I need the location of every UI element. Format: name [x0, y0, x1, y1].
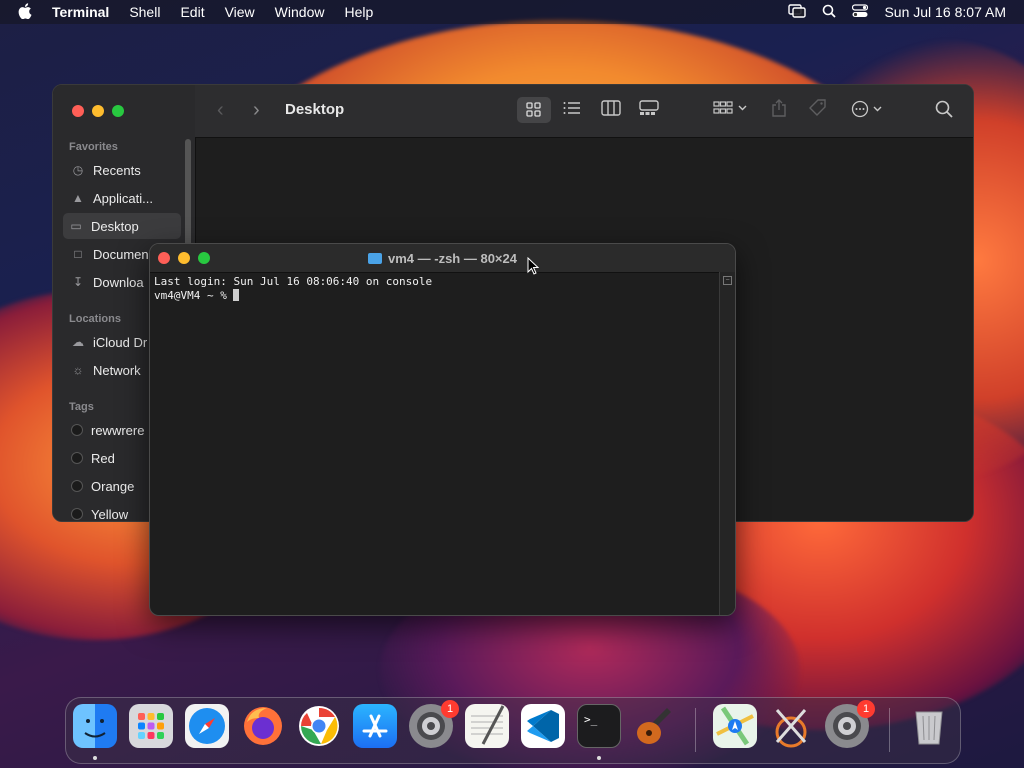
dock-chrome-icon[interactable]: [297, 704, 341, 748]
dock: 1 >_ 1: [65, 697, 961, 764]
spotlight-search-icon[interactable]: [822, 4, 837, 21]
dock-system-preferences-icon[interactable]: 1: [825, 700, 875, 748]
dock-terminal-icon[interactable]: >_: [577, 704, 621, 748]
menu-time[interactable]: 8:07 AM: [955, 4, 1006, 20]
zoom-button[interactable]: [112, 105, 124, 117]
terminal-prompt: vm4@VM4 ~ %: [154, 289, 234, 302]
folder-icon: [368, 253, 382, 264]
list-view-icon[interactable]: [563, 100, 581, 121]
icon-view-button[interactable]: [517, 97, 551, 123]
sidebar-item-label: rewwrere: [91, 422, 145, 438]
dock-finder-icon[interactable]: [73, 704, 117, 748]
tag-dot-icon: [71, 480, 83, 492]
sidebar-item-label: Applicati...: [93, 190, 153, 206]
desktop-icon: ▭: [70, 219, 82, 233]
sidebar-item-label: iCloud Dr: [93, 334, 148, 350]
menu-help[interactable]: Help: [334, 4, 383, 20]
more-actions-icon[interactable]: [851, 100, 887, 123]
dock-safari-icon[interactable]: [185, 704, 229, 748]
minimize-button[interactable]: [92, 105, 104, 117]
dock-running-indicator: [597, 756, 601, 760]
menu-date[interactable]: Sun Jul 16: [884, 4, 950, 20]
forward-chevron-icon[interactable]: ›: [253, 99, 260, 122]
dock-running-indicator: [93, 756, 97, 760]
screen-mirroring-icon[interactable]: [788, 3, 807, 21]
gallery-view-icon[interactable]: [639, 100, 659, 121]
tags-header: Tags: [69, 401, 94, 413]
notification-badge: 1: [441, 700, 459, 718]
text-cursor: [233, 289, 240, 301]
menu-app-name[interactable]: Terminal: [42, 4, 119, 20]
dock-separator: [695, 708, 696, 752]
cloud-icon: ☁: [72, 335, 84, 349]
sidebar-item-label: Orange: [91, 478, 135, 494]
menu-view[interactable]: View: [215, 4, 265, 20]
favorites-header: Favorites: [69, 141, 118, 153]
clock-icon: ◷: [72, 163, 84, 177]
terminal-output[interactable]: Last login: Sun Jul 16 08:06:40 on conso…: [154, 275, 717, 303]
control-center-icon[interactable]: [852, 3, 869, 21]
sidebar-item-desktop[interactable]: ▭ Desktop: [63, 213, 181, 239]
menu-bar: Terminal Shell Edit View Window Help Sun…: [0, 0, 1024, 24]
dock-system-settings-icon[interactable]: 1: [409, 700, 459, 748]
sidebar-item-label: Recents: [93, 162, 141, 178]
back-chevron-icon[interactable]: ‹: [217, 99, 224, 122]
terminal-window: vm4 — -zsh — 80×24 Last login: Sun Jul 1…: [149, 243, 736, 616]
sidebar-item-label: Red: [91, 450, 115, 466]
download-icon: ↧: [72, 275, 84, 289]
terminal-titlebar[interactable]: vm4 — -zsh — 80×24: [150, 244, 735, 273]
notification-badge: 1: [857, 700, 875, 718]
sidebar-item-label: Downloa: [93, 274, 144, 290]
sidebar-item-label: Yellow: [91, 506, 129, 522]
dock-app-store-icon[interactable]: [353, 704, 397, 748]
svg-text:>_: >_: [584, 713, 598, 726]
terminal-scrollbar[interactable]: [719, 272, 735, 615]
split-pane-icon[interactable]: −: [723, 276, 732, 285]
sidebar-item-applications[interactable]: ▲ Applicati...: [65, 185, 183, 211]
apple-menu-icon[interactable]: [0, 2, 42, 22]
finder-location-title: Desktop: [285, 101, 345, 118]
dock-trash-icon[interactable]: [907, 704, 951, 748]
dock-firefox-icon[interactable]: [241, 704, 285, 748]
dock-launchpad-icon[interactable]: [129, 704, 173, 748]
group-by-icon[interactable]: [713, 100, 751, 121]
column-view-icon[interactable]: [601, 100, 621, 121]
sidebar-item-label: Network: [93, 362, 141, 378]
share-icon[interactable]: [771, 99, 787, 122]
menu-shell[interactable]: Shell: [119, 4, 170, 20]
dock-instruments-icon[interactable]: [769, 704, 813, 748]
tag-dot-icon: [71, 452, 83, 464]
close-button[interactable]: [72, 105, 84, 117]
dock-textedit-icon[interactable]: [465, 704, 509, 748]
sidebar-item-label: Documen: [93, 246, 149, 262]
tag-dot-icon: [71, 424, 83, 436]
tag-dot-icon: [71, 508, 83, 520]
terminal-line: Last login: Sun Jul 16 08:06:40 on conso…: [154, 275, 433, 288]
sidebar-item-recents[interactable]: ◷ Recents: [65, 157, 183, 183]
dock-maps-icon[interactable]: [713, 704, 757, 748]
globe-icon: ☼: [72, 363, 84, 377]
tag-icon[interactable]: [809, 99, 827, 122]
menu-window[interactable]: Window: [265, 4, 335, 20]
sidebar-scrollbar[interactable]: [185, 139, 191, 259]
document-icon: □: [74, 247, 82, 261]
applications-icon: ▲: [72, 191, 84, 205]
terminal-title-text: vm4 — -zsh — 80×24: [388, 251, 517, 266]
search-icon[interactable]: [935, 100, 953, 123]
finder-toolbar: ‹ › Desktop: [195, 85, 973, 138]
sidebar-item-label: Desktop: [91, 218, 139, 234]
mouse-cursor-icon: [527, 256, 540, 280]
menu-edit[interactable]: Edit: [170, 4, 214, 20]
locations-header: Locations: [69, 313, 121, 325]
dock-garageband-icon[interactable]: [633, 704, 677, 748]
finder-window-controls: [72, 105, 124, 117]
dock-separator: [889, 708, 890, 752]
terminal-title: vm4 — -zsh — 80×24: [150, 251, 735, 266]
dock-vscode-icon[interactable]: [521, 704, 565, 748]
